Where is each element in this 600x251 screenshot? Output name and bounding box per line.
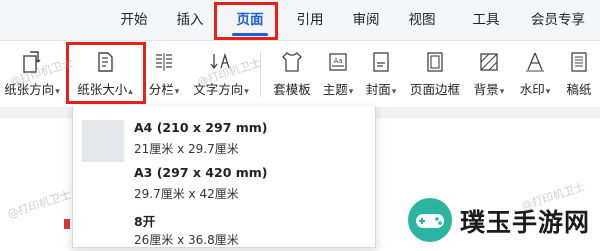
template-button[interactable]: 套模板: [268, 41, 316, 103]
tab-insert[interactable]: 插入: [168, 7, 212, 33]
document-text-fragment: [64, 219, 70, 229]
theme-button[interactable]: Aa 主题▾: [318, 41, 358, 103]
theme-label: 主题: [322, 82, 348, 97]
gamepad-logo-icon: [408, 198, 452, 242]
background-label: 背景: [473, 82, 499, 97]
paper-size-dimensions: 26厘米 x 36.8厘米: [134, 233, 239, 247]
background-button[interactable]: 背景▾: [468, 41, 510, 103]
chevron-down-icon: ▾: [55, 87, 60, 97]
chevron-down-icon: ▾: [545, 87, 551, 97]
page-border-icon: [427, 52, 443, 72]
highlight-box-page-tab: [214, 2, 278, 40]
site-name: 璞玉手游网: [460, 208, 591, 237]
cover-icon: [373, 52, 389, 72]
paper-size-dimensions: 21厘米 x 29.7厘米: [134, 142, 239, 156]
toolbar-divider: [260, 51, 261, 97]
paper-size-name: 8开: [134, 214, 156, 229]
paper-size-dimensions: 29.7厘米 x 42厘米: [134, 187, 239, 201]
svg-text:Aa: Aa: [333, 57, 342, 65]
paper-size-dropdown: A4 (210 x 297 mm) 21厘米 x 29.7厘米 A3 (297 …: [72, 106, 376, 248]
manuscript-label: 稿纸: [566, 82, 592, 97]
columns-label: 分栏: [148, 82, 174, 97]
chevron-down-icon: ▾: [244, 87, 249, 97]
chevron-down-icon: ▾: [348, 87, 354, 97]
paper-thumbnail: [82, 120, 124, 162]
watermark-label: 水印: [519, 82, 545, 97]
tab-member[interactable]: 会员专享: [524, 7, 592, 33]
columns-button[interactable]: 分栏▾: [142, 41, 186, 103]
paper-size-name: A4 (210 x 297 mm): [134, 120, 268, 135]
template-icon: [282, 52, 302, 72]
theme-icon: Aa: [329, 53, 347, 71]
tab-view[interactable]: 视图: [400, 7, 444, 33]
tab-tools[interactable]: 工具: [464, 7, 508, 33]
paper-size-name: A3 (297 x 420 mm): [134, 165, 268, 180]
manuscript-button[interactable]: 稿纸: [560, 41, 598, 103]
watermark-button[interactable]: 水印▾: [512, 41, 558, 103]
tab-start[interactable]: 开始: [112, 7, 156, 33]
highlight-box-page-size: [66, 42, 146, 104]
page-border-label: 页面边框: [409, 82, 460, 97]
columns-icon: [156, 53, 172, 71]
paper-size-option-8k[interactable]: 8开 26厘米 x 36.8厘米: [73, 205, 375, 251]
ribbon-tab-bar: 开始 插入 页面 引用 审阅 视图 工具 会员专享: [0, 0, 600, 41]
background-icon: [480, 53, 498, 71]
watermark-icon: [526, 52, 544, 72]
template-label: 套模板: [273, 82, 311, 97]
chevron-down-icon: ▾: [391, 87, 397, 97]
page-border-button[interactable]: 页面边框: [404, 41, 466, 103]
tab-references[interactable]: 引用: [288, 7, 332, 33]
cover-button[interactable]: 封面▾: [360, 41, 402, 103]
paper-size-option-a3[interactable]: A3 (297 x 420 mm) 29.7厘米 x 42厘米: [73, 159, 375, 205]
manuscript-icon: [571, 52, 587, 72]
chevron-down-icon: ▾: [174, 87, 180, 97]
tab-review[interactable]: 审阅: [344, 7, 388, 33]
chevron-down-icon: ▾: [499, 87, 505, 97]
cover-label: 封面: [365, 82, 391, 97]
paper-size-option-a4[interactable]: A4 (210 x 297 mm) 21厘米 x 29.7厘米: [73, 114, 375, 162]
